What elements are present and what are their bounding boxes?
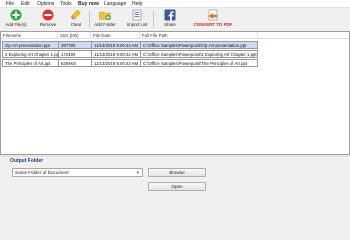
- menu-tools[interactable]: Tools: [60, 1, 72, 7]
- menu-file[interactable]: File: [6, 1, 14, 7]
- remove-label: Remove: [39, 22, 57, 27]
- import-list-icon: [132, 9, 142, 21]
- share-button[interactable]: Share: [160, 9, 180, 27]
- cell-full-path: C:\Office Samples\Powerpoint\2 Exploring…: [143, 52, 257, 57]
- cell-full-path: C:\Office Samples\Powerpoint\Op-Art-pres…: [143, 43, 247, 48]
- file-list-header: Filename Size (KB) File Date Full File P…: [1, 32, 349, 39]
- splitter[interactable]: [0, 155, 350, 157]
- cell-file-date: 11/13/2018 9:00:43 AM: [92, 42, 141, 49]
- menu-help[interactable]: Help: [132, 1, 142, 7]
- menu-options[interactable]: Options: [37, 1, 54, 7]
- output-folder-value: Same Folder of Document: [15, 170, 69, 175]
- column-header-filename[interactable]: Filename: [1, 32, 58, 39]
- add-folder-icon: [99, 11, 111, 20]
- table-row[interactable]: Op-Art-presentation.ppt 287780 11/13/201…: [2, 41, 258, 49]
- column-header-full-path[interactable]: Full File Path: [140, 32, 258, 39]
- add-folder-label: Add Folder: [94, 22, 116, 27]
- table-row[interactable]: 2 Exploring Art Chapter 1.ppt 172480 11/…: [2, 50, 258, 58]
- file-list[interactable]: Filename Size (KB) File Date Full File P…: [0, 31, 350, 155]
- remove-icon: [42, 9, 54, 21]
- toolbar-separator: [153, 11, 154, 28]
- browse-button[interactable]: Browse: [148, 168, 206, 177]
- add-files-label: Add File(s): [5, 22, 27, 27]
- add-icon: [10, 9, 22, 21]
- output-folder-select[interactable]: Same Folder of Document ▼: [12, 168, 143, 177]
- cell-size: 6294K8: [59, 60, 92, 67]
- column-header-size[interactable]: Size (KB): [58, 32, 91, 39]
- clear-button[interactable]: Clear: [64, 9, 88, 27]
- clear-label: Clear: [70, 22, 82, 27]
- clear-icon: [70, 9, 81, 20]
- menu-language[interactable]: Language: [104, 1, 126, 7]
- cell-file-date: 11/13/2018 9:00:43 AM: [92, 60, 141, 67]
- remove-button[interactable]: Remove: [36, 9, 60, 27]
- cell-filename: 2 Exploring Art Chapter 1.ppt: [5, 51, 59, 58]
- output-folder-label: Output Folder: [10, 158, 44, 164]
- cell-size: 287780: [59, 42, 92, 49]
- toolbar-separator: [89, 11, 90, 28]
- menu-bar: File Edit Options Tools Buy now Language…: [0, 0, 350, 8]
- open-button[interactable]: Open: [148, 182, 206, 191]
- share-icon: [164, 9, 176, 21]
- cell-filename: The Principles of Art.ppt: [3, 60, 59, 67]
- menu-buy-now[interactable]: Buy now: [78, 1, 99, 7]
- toolbar: Add File(s) Remove Clear Add Folder Impo…: [0, 8, 350, 30]
- add-files-button[interactable]: Add File(s): [4, 9, 28, 27]
- cell-file-date: 11/13/2018 9:00:42 AM: [92, 51, 141, 58]
- share-label: Share: [164, 22, 176, 27]
- chevron-down-icon: ▼: [136, 170, 140, 175]
- cell-filename: Op-Art-presentation.ppt: [3, 42, 59, 49]
- table-row[interactable]: The Principles of Art.ppt 6294K8 11/13/2…: [2, 59, 258, 67]
- import-list-label: Import List: [126, 22, 148, 27]
- add-folder-button[interactable]: Add Folder: [91, 9, 119, 27]
- menu-edit[interactable]: Edit: [21, 1, 30, 7]
- cell-size: 172480: [59, 51, 92, 58]
- convert-pdf-icon: [208, 9, 218, 21]
- convert-to-pdf-label: CONVERT TO PDF: [193, 22, 233, 27]
- column-header-file-date[interactable]: File Date: [91, 32, 140, 39]
- convert-to-pdf-button[interactable]: CONVERT TO PDF: [190, 9, 236, 27]
- import-list-button[interactable]: Import List: [124, 9, 150, 27]
- cell-full-path: C:\Office Samples\Powerpoint\The Princip…: [143, 61, 248, 66]
